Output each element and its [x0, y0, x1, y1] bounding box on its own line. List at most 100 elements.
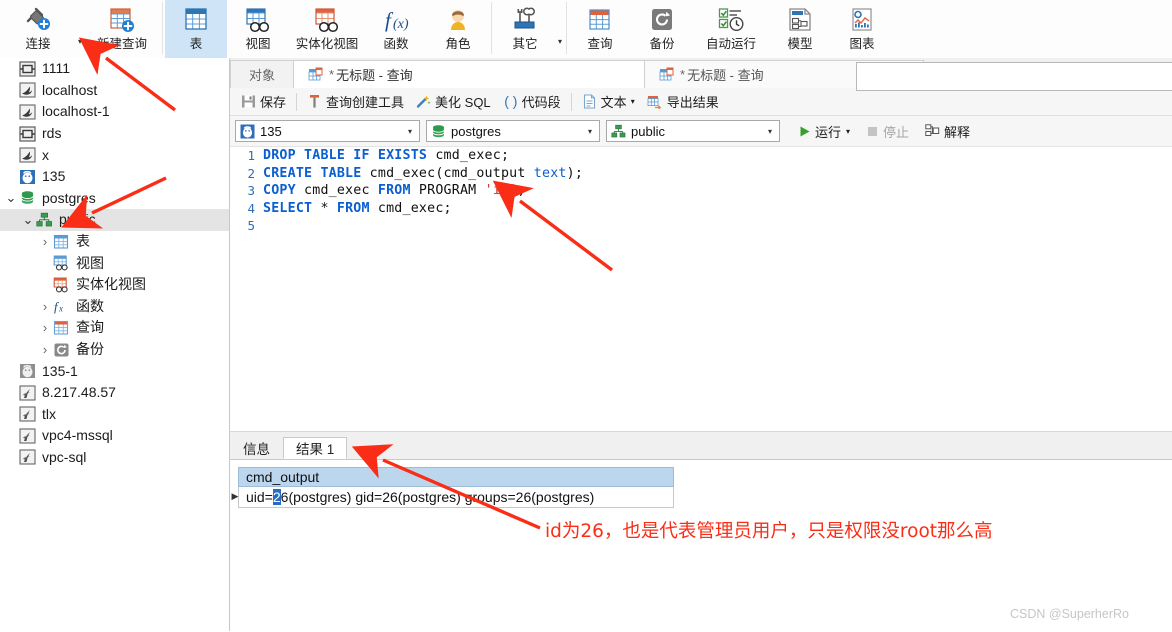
materialized-view-icon [312, 3, 342, 36]
server-select[interactable]: 135 ▾ [235, 120, 420, 142]
tab-query-1-label: 无标题 - 查询 [336, 68, 413, 83]
ribbon-button-materialized-view[interactable]: 实体化视图 [289, 0, 365, 58]
tree-node-82174857[interactable]: 8.217.48.57 [0, 382, 229, 404]
chevron-down-icon-schema[interactable]: ▾ [763, 127, 777, 136]
tab-query-1[interactable]: * 无标题 - 查询 [293, 60, 645, 88]
ribbon-button-table[interactable]: 表 [165, 0, 228, 58]
tree-node-label: 查询 [76, 319, 104, 336]
tree-node-实体化视图[interactable]: 实体化视图 [0, 274, 229, 296]
chevron-right-icon[interactable]: › [38, 234, 52, 249]
tree-node-表[interactable]: › 表 [0, 231, 229, 253]
tree-node-135[interactable]: 135 [0, 166, 229, 188]
explain-button-label: 解释 [944, 124, 971, 140]
code-line[interactable]: DROP TABLE IF EXISTS cmd_exec; [263, 147, 1172, 165]
ribbon-label-model: 模型 [787, 37, 813, 51]
beautify-sql-button[interactable]: 美化 SQL [410, 90, 497, 114]
export-result-button[interactable]: 导出结果 [641, 90, 725, 114]
tree-node-localhost[interactable]: localhost [0, 80, 229, 102]
ribbon-button-new-query[interactable]: 新建查询 [84, 0, 160, 58]
chevron-down-icon[interactable]: ⌄ [4, 190, 18, 206]
chevron-right-icon[interactable]: › [38, 299, 52, 314]
code-line[interactable]: CREATE TABLE cmd_exec(cmd_output text); [263, 165, 1172, 183]
tree-node-public[interactable]: ⌄ public [0, 209, 229, 231]
code-line[interactable]: SELECT * FROM cmd_exec; [263, 200, 1172, 218]
server-select-value: 135 [260, 123, 282, 139]
tab-object[interactable]: 对象 [230, 60, 294, 88]
run-button[interactable]: 运行 ▾ [794, 120, 854, 142]
tree-node-135-1[interactable]: 135-1 [0, 360, 229, 382]
chevron-down-icon-database[interactable]: ▾ [583, 127, 597, 136]
ribbon-button-connect[interactable]: 连接 [0, 0, 76, 58]
tree-node-postgres[interactable]: ⌄ postgres [0, 188, 229, 210]
ribbon-button-view[interactable]: 视图 [227, 0, 289, 58]
tree-node-x[interactable]: x [0, 144, 229, 166]
code-line[interactable]: COPY cmd_exec FROM PROGRAM 'id'; [263, 182, 1172, 200]
tab-result-1[interactable]: 结果 1 [283, 437, 348, 459]
code-token: cmd_exec [295, 183, 378, 198]
text-mode-label: 文本 [600, 95, 627, 110]
database-select[interactable]: postgres ▾ [426, 120, 600, 142]
mssql-icon [18, 427, 37, 444]
query-table-icon [52, 319, 71, 336]
text-doc-icon [582, 94, 597, 109]
tree-node-视图[interactable]: 视图 [0, 252, 229, 274]
export-icon [647, 94, 663, 109]
sql-editor[interactable]: 12345 DROP TABLE IF EXISTS cmd_exec; CREA… [230, 146, 1172, 432]
schema-select[interactable]: public ▾ [606, 120, 780, 142]
connection-bar: 135 ▾ postgres ▾ public ▾ 运行 ▾ 停止 解释 [230, 116, 1172, 146]
tree-node-rds[interactable]: rds [0, 123, 229, 145]
chevron-right-icon[interactable]: › [38, 320, 52, 335]
tree-node-label: x [42, 146, 49, 163]
ribbon-label-new-query: 新建查询 [97, 37, 148, 51]
ribbon-separator-1 [162, 2, 164, 54]
tab-info[interactable]: 信息 [230, 437, 283, 459]
toolbar-separator-1 [296, 92, 298, 111]
chevron-right-icon[interactable]: › [38, 342, 52, 357]
save-button[interactable]: 保存 [235, 90, 292, 114]
line-number: 1 [247, 148, 255, 163]
text-mode-button[interactable]: 文本 ▾ [576, 90, 641, 114]
parens-icon: ( ) [503, 94, 518, 109]
connection-tree-sidebar[interactable]: 1111 localhost localhost-1 rds x 135 ⌄ postgres… [0, 58, 230, 631]
chevron-down-icon-run[interactable]: ▾ [846, 127, 850, 136]
ribbon-button-model[interactable]: 模型 [769, 0, 831, 58]
tree-node-vpc-sql[interactable]: vpc-sql [0, 447, 229, 469]
ribbon-button-autorun[interactable]: 自动运行 [693, 0, 769, 58]
cell-text-selection: 2 [272, 489, 281, 505]
ribbon-button-backup[interactable]: 备份 [631, 0, 693, 58]
tree-node-vpc4-mssql[interactable]: vpc4-mssql [0, 425, 229, 447]
floating-panel-top-right[interactable] [856, 62, 1172, 91]
ribbon-button-function[interactable]: f (x) 函数 [365, 0, 427, 58]
query-builder-button[interactable]: 查询创建工具 [301, 90, 410, 114]
ribbon-button-query[interactable]: 查询 [569, 0, 631, 58]
ribbon-button-role[interactable]: 角色 [427, 0, 489, 58]
code-line[interactable] [263, 217, 1172, 235]
svg-text:(x): (x) [393, 17, 409, 32]
ribbon-button-chart[interactable]: 图表 [831, 0, 893, 58]
tree-node-备份[interactable]: › 备份 [0, 339, 229, 361]
tree-node-查询[interactable]: › 查询 [0, 317, 229, 339]
stop-button: 停止 [862, 120, 913, 142]
query-tab-icon [308, 67, 324, 82]
tree-node-tlx[interactable]: tlx [0, 404, 229, 426]
grid-cell-cmd-output[interactable]: uid=26(postgres) gid=26(postgres) groups… [239, 489, 594, 505]
tree-node-1111[interactable]: 1111 [0, 58, 229, 80]
code-snippet-button[interactable]: ( ) 代码段 [497, 90, 567, 114]
chevron-down-icon-connect[interactable]: ▾ [78, 13, 82, 46]
table-row[interactable]: uid=26(postgres) gid=26(postgres) groups… [238, 487, 674, 508]
chevron-down-icon-text[interactable]: ▾ [631, 97, 635, 106]
ribbon-label-function: 函数 [383, 37, 409, 51]
plug-plus-icon [23, 3, 53, 36]
grid-column-header[interactable]: cmd_output [238, 467, 674, 487]
save-button-label: 保存 [260, 95, 287, 110]
chevron-down-icon-server[interactable]: ▾ [403, 127, 417, 136]
chevron-down-icon-other[interactable]: ▾ [558, 13, 562, 46]
tree-node-localhost-1[interactable]: localhost-1 [0, 101, 229, 123]
explain-button[interactable]: 解释 [921, 120, 974, 142]
mysql-icon [18, 82, 37, 99]
chevron-down-icon[interactable]: ⌄ [21, 212, 35, 228]
ribbon-separator-3 [566, 2, 568, 54]
ribbon-button-other[interactable]: 其它 [494, 0, 556, 58]
editor-code-area[interactable]: DROP TABLE IF EXISTS cmd_exec; CREATE TAB… [263, 147, 1172, 432]
tree-node-函数[interactable]: › f x 函数 [0, 296, 229, 318]
